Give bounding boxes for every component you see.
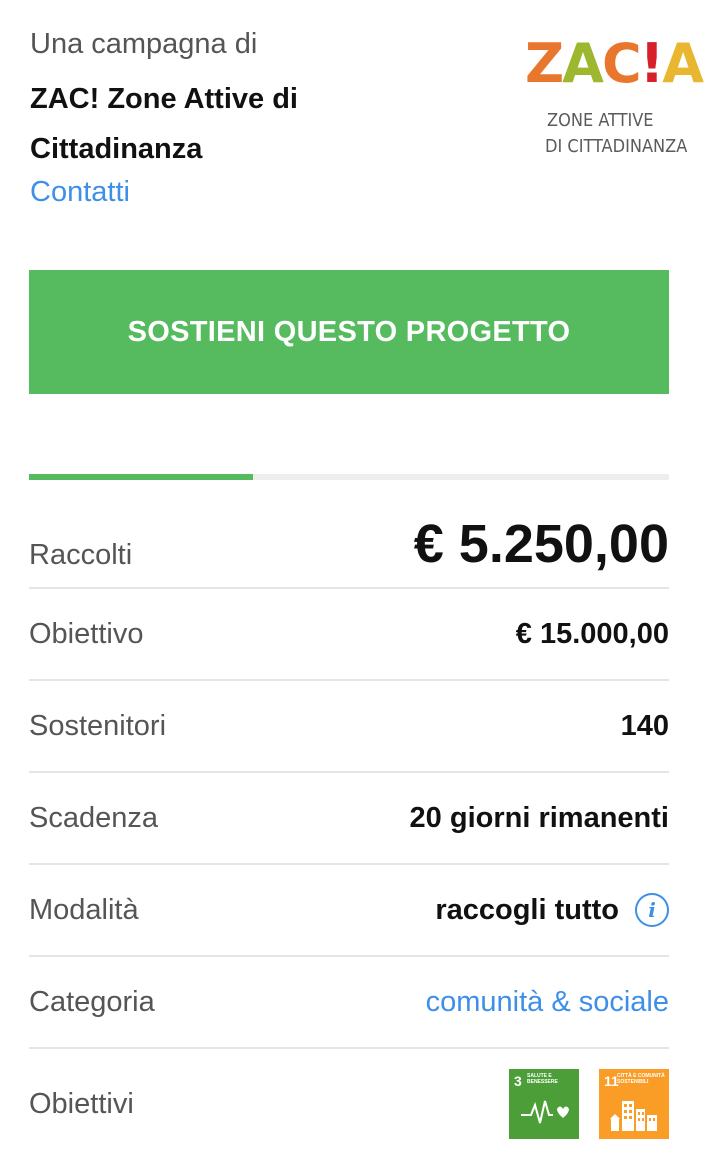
organizer-name[interactable]: ZAC! Zone Attive di Cittadinanza	[30, 74, 360, 174]
heartbeat-icon	[521, 1100, 569, 1124]
logo-line-1: ZONE ATTIVE	[547, 110, 654, 131]
raised-label: Raccolti	[29, 539, 133, 571]
stat-row-backers: Sostenitori 140	[29, 681, 669, 773]
logo-wordmark: ZAC!A	[525, 32, 704, 95]
campaign-stats: Raccolti € 5.250,00 Obiettivo € 15.000,0…	[29, 480, 669, 1156]
goal-value: € 15.000,00	[515, 617, 669, 650]
sdg-goal-3-badge[interactable]: 3 SALUTE E BENESSERE	[509, 1069, 579, 1139]
goal-label: Obiettivo	[29, 617, 144, 650]
raised-value: € 5.250,00	[413, 513, 669, 574]
contacts-link[interactable]: Contatti	[30, 176, 130, 209]
sdg-goal-11-badge[interactable]: 11 CITTÀ E COMUNITÀ SOSTENIBILI	[599, 1069, 669, 1139]
info-icon[interactable]: i	[635, 893, 669, 927]
sdg-goals: 3 SALUTE E BENESSERE 11 CITTÀ E COMUNITÀ…	[509, 1069, 669, 1139]
category-link[interactable]: comunità & sociale	[426, 986, 669, 1019]
objectives-label: Obiettivi	[29, 1087, 134, 1120]
support-project-button[interactable]: SOSTIENI QUESTO PROGETTO	[29, 270, 669, 394]
stat-row-deadline: Scadenza 20 giorni rimanenti	[29, 773, 669, 865]
mode-value-wrap: raccogli tutto i	[435, 893, 669, 927]
mode-value: raccogli tutto	[435, 893, 619, 926]
stat-row-raised: Raccolti € 5.250,00	[29, 480, 669, 589]
backers-label: Sostenitori	[29, 709, 167, 742]
logo-line-2: DI CITTADINANZA	[545, 136, 688, 157]
stat-row-category: Categoria comunità & sociale	[29, 957, 669, 1049]
campaign-intro: Una campagna di	[30, 28, 258, 60]
city-buildings-icon	[610, 1101, 657, 1131]
campaign-header: Una campagna di ZAC! Zone Attive di Citt…	[30, 22, 704, 222]
mode-label: Modalità	[29, 893, 139, 926]
deadline-value: 20 giorni rimanenti	[409, 801, 669, 834]
backers-value: 140	[620, 709, 669, 742]
stat-row-goal: Obiettivo € 15.000,00	[29, 589, 669, 681]
stat-row-mode: Modalità raccogli tutto i	[29, 865, 669, 957]
category-label: Categoria	[29, 985, 155, 1018]
stat-row-objectives: Obiettivi 3 SALUTE E BENESSERE 11 CITTÀ …	[29, 1049, 669, 1156]
organizer-logo[interactable]: ZAC!A ZONE ATTIVE DI CITTADINANZA	[525, 22, 704, 172]
deadline-label: Scadenza	[29, 801, 158, 834]
